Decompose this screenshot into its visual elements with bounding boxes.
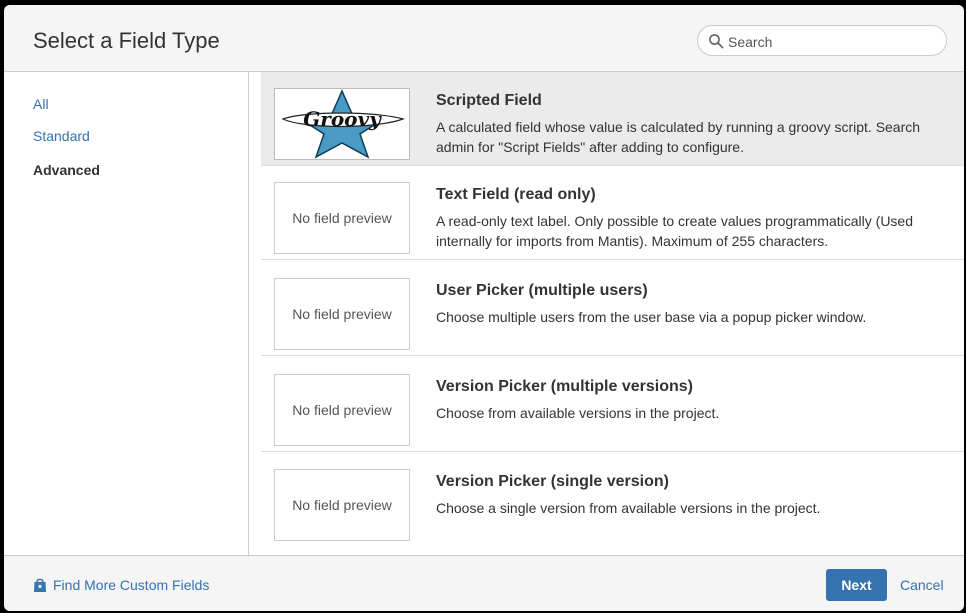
shopping-bag-icon — [34, 578, 46, 592]
field-type-row-text-field-read-only[interactable]: No field preview Text Field (read only) … — [261, 166, 964, 260]
field-type-description: Choose multiple users from the user base… — [436, 309, 867, 325]
field-type-title: Version Picker (single version) — [436, 473, 669, 490]
dialog-title: Select a Field Type — [33, 28, 220, 53]
sidebar-item-all[interactable]: All — [33, 96, 49, 112]
field-type-title: Text Field (read only) — [436, 186, 596, 203]
category-sidebar: All Standard Advanced — [4, 72, 249, 555]
field-preview: No field preview — [274, 278, 410, 350]
field-preview: No field preview — [274, 182, 410, 254]
field-type-list: Groovy Scripted Field A calculated field… — [261, 72, 964, 555]
field-type-title: Scripted Field — [436, 92, 542, 109]
cancel-link[interactable]: Cancel — [900, 577, 944, 593]
groovy-logo: Groovy — [275, 89, 409, 159]
field-type-description: Choose a single version from available v… — [436, 500, 821, 516]
find-more-custom-fields-link[interactable]: Find More Custom Fields — [33, 577, 209, 593]
dialog-header: Select a Field Type — [4, 5, 964, 72]
sidebar-item-standard[interactable]: Standard — [33, 128, 90, 144]
field-type-title: User Picker (multiple users) — [436, 282, 648, 299]
search-box[interactable] — [697, 25, 947, 56]
dialog-footer: Find More Custom Fields Next Cancel — [4, 555, 964, 611]
field-preview: No field preview — [274, 469, 410, 541]
select-field-type-dialog: Select a Field Type All Standard Advance… — [4, 5, 964, 611]
field-type-title: Version Picker (multiple versions) — [436, 378, 693, 395]
search-icon — [709, 34, 724, 49]
field-type-row-version-picker-multiple[interactable]: No field preview Version Picker (multipl… — [261, 358, 964, 452]
field-type-row-version-picker-single[interactable]: No field preview Version Picker (single … — [261, 453, 964, 547]
field-preview: Groovy — [274, 88, 410, 160]
field-type-description: A calculated field whose value is calcul… — [436, 119, 921, 155]
field-type-description: A read-only text label. Only possible to… — [436, 213, 913, 249]
sidebar-item-advanced[interactable]: Advanced — [33, 162, 100, 178]
find-more-label: Find More Custom Fields — [53, 577, 210, 593]
field-type-description: Choose from available versions in the pr… — [436, 405, 720, 421]
field-type-row-user-picker-multiple[interactable]: No field preview User Picker (multiple u… — [261, 262, 964, 356]
field-type-row-scripted-field[interactable]: Groovy Scripted Field A calculated field… — [261, 72, 964, 166]
field-preview: No field preview — [274, 374, 410, 446]
search-input[interactable] — [726, 30, 940, 53]
next-button[interactable]: Next — [826, 569, 887, 601]
groovy-logo-text: Groovy — [303, 107, 382, 131]
